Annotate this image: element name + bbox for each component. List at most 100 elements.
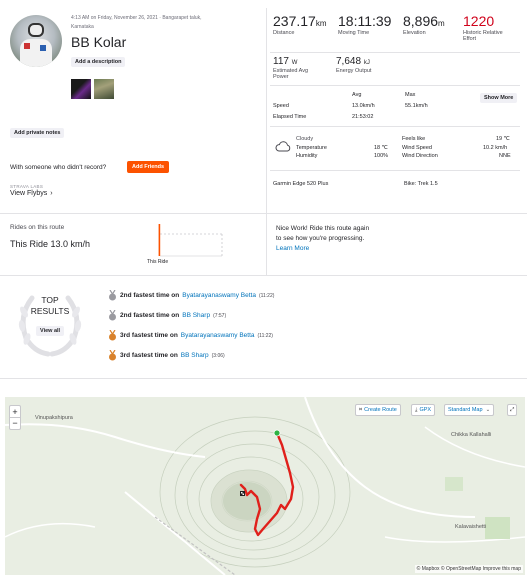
create-route-button[interactable]: ⌗ Create Route [355,404,401,416]
top-result-row: 3rd fastest time on Byatarayanaswamy Bett… [108,329,273,341]
map-place-label-1: Vinupakshipura [35,415,73,421]
map-place-label-2: Chikka Kallahalli [451,432,492,438]
download-icon: ⤓ [415,406,418,413]
activity-date: 4:13 AM on Friday, November 26, 2021 · B… [71,15,202,21]
wind-direction-value: NNE [499,153,511,159]
wind-speed-value: 10.2 km/h [483,145,508,151]
route-icon: ⌗ [359,406,363,413]
elapsed-time-label: Elapsed Time [273,114,307,120]
power-label-2: Power [273,74,289,80]
speed-label: Speed [273,103,289,109]
humidity-label: Humidity [296,153,318,159]
wind-direction-label: Wind Direction [402,153,438,159]
chevron-right-icon: › [50,190,53,197]
wind-speed-label: Wind Speed [402,145,432,151]
zoom-controls: + − [9,405,21,430]
segment-link[interactable]: BB Sharp [182,312,210,319]
nice-work-text: Nice Work! Ride this route again [276,225,370,232]
with-someone-text: With someone who didn't record? [10,164,107,171]
chart-this-ride-label: This Ride [147,259,169,265]
segment-link[interactable]: Byatarayanaswamy Betta [181,332,255,339]
temperature-value: 18 ℃ [374,145,388,151]
result-time: (11:22) [258,292,275,299]
progress-text: to see how you're progressing. [276,235,365,242]
route-comparison-chart: This Ride [140,224,264,266]
result-time: (3:06) [211,352,225,359]
power-unit: W [291,60,298,66]
elevation-label: Elevation [403,30,426,36]
rides-on-route-label: Rides on this route [10,224,65,231]
activity-title: BB Kolar [71,34,127,50]
energy-stat: 7,648 kJ Energy Output [336,56,371,74]
view-flybys-link[interactable]: View Flybys › [10,190,53,197]
medal-icon [108,329,117,341]
elapsed-time-value: 21:53:02 [352,114,374,120]
result-rank-text: 2nd fastest time on [120,292,180,299]
activity-photo-2[interactable] [94,79,114,99]
power-stat: 117 W Estimated Avg Power [273,56,308,80]
add-description-button[interactable]: Add a description [71,57,126,67]
map-place-label-3: Kalavaishetti [455,524,487,530]
device-name: Garmin Edge 520 Plus [273,181,329,187]
relative-effort-value: 1220 [463,13,495,29]
learn-more-link[interactable]: Learn More [276,245,309,252]
chevron-down-icon: ⌄ [485,407,491,413]
distance-label: Distance [273,30,295,36]
result-time: (11:22) [257,332,273,339]
map-attribution[interactable]: © Mapbox © OpenStreetMap Improve this ma… [414,565,523,573]
elevation-value: 8,896 [403,13,439,29]
distance-unit: km [315,19,327,28]
elevation-unit: m [438,19,445,28]
activity-photo-1[interactable] [71,79,91,99]
map-style-select[interactable]: Standard Map ⌄ [444,404,495,416]
segment-link[interactable]: Byatarayanaswamy Betta [182,292,256,299]
moving-time-stat: 18:11:39 Moving Time [338,13,391,36]
temperature-label: Temperature [296,145,327,151]
add-friends-button[interactable]: Add Friends [127,161,170,173]
show-more-button[interactable]: Show More [480,93,518,103]
view-all-button[interactable]: View all [36,326,65,336]
segment-link[interactable]: BB Sharp [181,352,209,359]
zoom-in-button[interactable]: + [10,406,20,418]
result-rank-text: 2nd fastest time on [120,312,180,319]
humidity-value: 100% [374,153,389,159]
avatar[interactable] [10,15,62,67]
energy-label: Energy Output [336,68,372,74]
fullscreen-button[interactable]: ⤢ [507,404,518,416]
top-result-row: 2nd fastest time on BB Sharp (7:57) [108,309,227,321]
elevation-stat: 8,896m Elevation [403,13,445,36]
add-private-notes-button[interactable]: Add private notes [10,128,65,138]
result-rank-text: 3rd fastest time on [120,352,178,359]
zoom-out-button[interactable]: − [10,418,20,430]
top-results-badge: TOP RESULTS View all [10,282,90,362]
fullscreen-icon: ⤢ [510,406,515,413]
medal-icon [108,309,117,321]
map-style-label: Standard Map [448,407,483,413]
cloud-icon [275,139,291,157]
route-map[interactable]: Vinupakshipura Chikka Kallahalli Kalavai… [5,397,525,575]
max-header: Max [405,92,416,98]
result-time: (7:57) [213,312,227,319]
distance-stat: 237.17km Distance [273,13,327,36]
gpx-label: GPX [419,407,432,413]
this-ride-marker [158,224,161,256]
relative-effort-stat[interactable]: 1220 Historic Relative Effort [463,13,503,42]
moving-time-label: Moving Time [338,30,370,36]
speed-avg: 13.0km/h [352,103,375,109]
top-result-row: 2nd fastest time on Byatarayanaswamy Bett… [108,289,275,301]
weather-condition: Cloudy [296,136,314,142]
feels-like-value: 19 ℃ [496,136,510,142]
this-ride-speed: This Ride 13.0 km/h [10,239,91,249]
bike-name[interactable]: Bike: Trek 1.5 [404,181,438,187]
create-route-label: Create Route [364,407,397,413]
relative-effort-label-2: Effort [463,36,477,42]
top-results-title-2: RESULTS [30,306,70,316]
medal-icon [108,289,117,301]
feels-like-label: Feels like [402,136,426,142]
power-value: 117 [273,56,289,67]
medal-icon [108,349,117,361]
gpx-button[interactable]: ⤓ GPX [411,404,436,416]
energy-value: 7,648 [336,56,362,67]
energy-unit: kJ [363,60,370,66]
view-flybys-label: View Flybys [10,190,48,197]
